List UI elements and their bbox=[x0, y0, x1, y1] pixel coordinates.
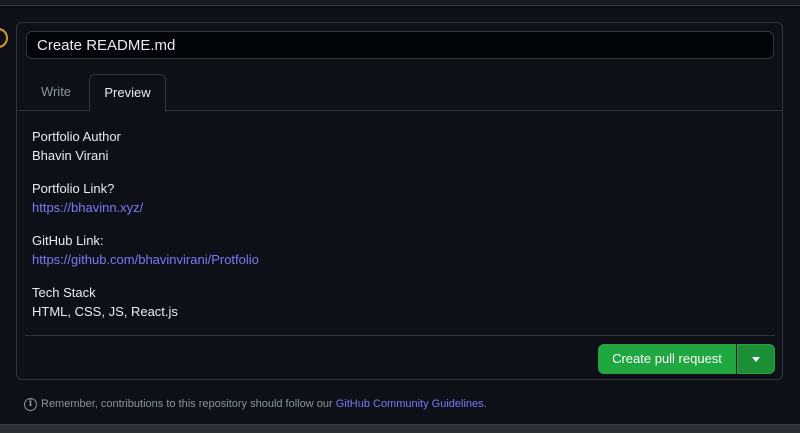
author-value: Bhavin Virani bbox=[32, 148, 109, 163]
github-label: GitHub Link: bbox=[32, 233, 104, 248]
note-period: . bbox=[483, 398, 487, 410]
portfolio-label: Portfolio Link? bbox=[32, 181, 115, 196]
create-pull-request-button[interactable]: Create pull request bbox=[598, 344, 736, 374]
divider bbox=[25, 335, 775, 336]
create-pr-button-group: Create pull request bbox=[598, 344, 775, 374]
note-text: Remember, contributions to this reposito… bbox=[41, 398, 333, 410]
stack-section: Tech Stack HTML, CSS, JS, React.js bbox=[32, 283, 762, 321]
chevron-down-icon bbox=[752, 357, 760, 362]
avatar bbox=[0, 28, 8, 48]
title-input[interactable] bbox=[26, 31, 774, 59]
community-guidelines-link[interactable]: GitHub Community Guidelines bbox=[336, 396, 484, 412]
portfolio-section: Portfolio Link? https://bhavinn.xyz/ bbox=[32, 179, 762, 217]
portfolio-link[interactable]: https://bhavinn.xyz/ bbox=[32, 200, 143, 215]
create-pr-options-button[interactable] bbox=[737, 344, 775, 374]
bottom-strip bbox=[0, 424, 800, 433]
tab-write[interactable]: Write bbox=[25, 74, 87, 111]
tab-preview[interactable]: Preview bbox=[89, 74, 166, 112]
github-link[interactable]: https://github.com/bhavinvirani/Protfoli… bbox=[32, 252, 259, 267]
info-icon: i bbox=[24, 397, 37, 411]
author-section: Portfolio Author Bhavin Virani bbox=[32, 127, 762, 165]
stack-value: HTML, CSS, JS, React.js bbox=[32, 304, 178, 319]
pull-request-editor: Write Preview Portfolio Author Bhavin Vi… bbox=[16, 22, 783, 380]
author-label: Portfolio Author bbox=[32, 129, 121, 144]
github-section: GitHub Link: https://github.com/bhavinvi… bbox=[32, 231, 762, 269]
stack-label: Tech Stack bbox=[32, 285, 96, 300]
markdown-preview: Portfolio Author Bhavin Virani Portfolio… bbox=[32, 127, 762, 335]
top-strip bbox=[0, 0, 800, 6]
editor-tabs: Write Preview bbox=[17, 74, 782, 112]
contribution-note: i Remember, contributions to this reposi… bbox=[24, 396, 487, 412]
